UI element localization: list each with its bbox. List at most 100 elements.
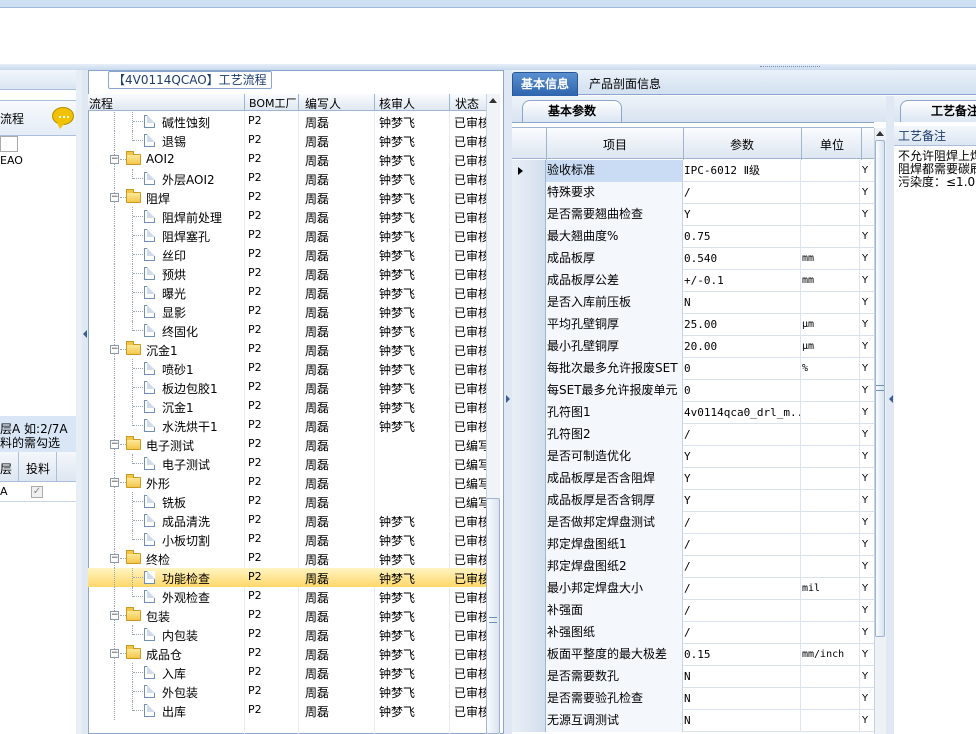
header-item[interactable]: 项目 [603,136,627,153]
collapse-node-icon[interactable]: − [110,649,119,658]
param-value[interactable]: / [684,182,801,204]
param-row[interactable]: 成品板厚公差 +/-0.1 mm Y [512,270,874,292]
process-row[interactable]: 碱性蚀刻 P2 周磊 钟梦飞 已审核 [88,112,486,131]
param-row[interactable]: 验收标准 IPC-6012 Ⅱ级 Y [512,160,874,182]
param-unit[interactable] [802,710,860,732]
param-row[interactable]: 成品板厚是否含铜厚 Y Y [512,490,874,512]
process-row[interactable]: 内包装 P2 周磊 钟梦飞 已审核 [88,625,486,644]
param-unit[interactable] [802,182,860,204]
param-unit[interactable]: % [802,358,860,380]
param-row[interactable]: 补强图纸 / Y [512,622,874,644]
param-value[interactable]: 0.15 [684,644,801,666]
collapse-node-icon[interactable]: − [110,345,119,354]
param-value[interactable]: / [684,534,801,556]
process-grid-scroll-thumb[interactable] [486,498,500,734]
header-unit[interactable]: 单位 [820,136,844,153]
tab-profile-info[interactable]: 产品剖面信息 [580,74,670,95]
param-unit[interactable] [802,556,860,578]
process-row[interactable]: − 终检 P2 周磊 钟梦飞 已审核 [88,549,486,568]
row-indicator[interactable] [512,402,546,424]
collapse-node-icon[interactable]: − [110,193,119,202]
tab-process-notes[interactable]: 工艺备注 [900,100,976,122]
param-row[interactable]: 最大翘曲度% 0.75 Y [512,226,874,248]
row-indicator[interactable] [512,380,546,402]
param-row[interactable]: 是否需要验孔检查 N Y [512,688,874,710]
process-row[interactable]: 阻焊前处理 P2 周磊 钟梦飞 已审核 [88,207,486,226]
param-unit[interactable]: mm/inch [802,644,860,666]
param-row[interactable]: 成品板厚是否含阻焊 Y Y [512,468,874,490]
notes-text[interactable]: 不允许阻焊上焊 阻焊都需要碳刷 污染度：≤1.0 [898,150,976,189]
param-value[interactable]: N [684,292,801,314]
process-row[interactable]: 退锡 P2 周磊 钟梦飞 已审核 [88,131,486,150]
param-value[interactable]: 20.00 [684,336,801,358]
collapse-node-icon[interactable]: − [110,155,119,164]
row-indicator[interactable] [512,248,546,270]
param-unit[interactable] [802,226,860,248]
collapse-node-icon[interactable]: − [110,611,119,620]
param-unit[interactable] [802,402,860,424]
process-row[interactable]: − 外形 P2 周磊 已编写 [88,473,486,492]
row-indicator[interactable] [512,226,546,248]
param-unit[interactable] [802,468,860,490]
right-splitter[interactable] [886,96,894,734]
param-row[interactable]: 孔符图1 4v0114qca0_drl_m... Y [512,402,874,424]
param-row[interactable]: 孔符图2/ Y [512,424,874,446]
param-row[interactable]: 是否需要数孔 N Y [512,666,874,688]
collapse-left-icon[interactable] [83,330,87,338]
param-row[interactable]: 最小邦定焊盘大小 / mil Y [512,578,874,600]
param-value[interactable]: N [684,666,801,688]
param-value[interactable]: Y [684,490,801,512]
process-row[interactable]: 外观检查 P2 周磊 钟梦飞 已审核 [88,587,486,606]
process-row[interactable]: 电子测试 P2 周磊 已编写 [88,454,486,473]
process-row[interactable]: − 阻焊 P2 周磊 钟梦飞 已审核 [88,188,486,207]
param-row[interactable]: 板面平整度的最大极差 0.15 mm/inch Y [512,644,874,666]
row-indicator[interactable] [512,468,546,490]
param-row[interactable]: 邦定焊盘图纸2/ Y [512,556,874,578]
param-value[interactable]: / [684,512,801,534]
param-value[interactable]: 0.540 [684,248,801,270]
process-row[interactable]: 终固化 P2 周磊 钟梦飞 已审核 [88,321,486,340]
flow-list-code[interactable]: EAO [0,154,23,167]
row-indicator[interactable] [512,292,546,314]
param-value[interactable]: / [684,600,801,622]
param-row[interactable]: 无源互调测试 N Y [512,710,874,732]
row-indicator[interactable] [512,182,546,204]
param-value[interactable]: Y [684,204,801,226]
process-row[interactable]: 丝印 P2 周磊 钟梦飞 已审核 [88,245,486,264]
process-row[interactable]: 外层AOI2 P2 周磊 钟梦飞 已审核 [88,169,486,188]
process-row[interactable]: 沉金1 P2 周磊 钟梦飞 已审核 [88,397,486,416]
param-value[interactable]: 0 [684,380,801,402]
row-indicator[interactable] [512,512,546,534]
row-indicator[interactable] [512,666,546,688]
process-row[interactable]: 铣板 P2 周磊 已编写 [88,492,486,511]
param-unit[interactable] [802,424,860,446]
row-indicator[interactable] [512,204,546,226]
row-indicator[interactable] [512,578,546,600]
param-row[interactable]: 补强面 / Y [512,600,874,622]
param-row[interactable]: 每批次最多允许报废SET 0% Y [512,358,874,380]
param-row[interactable]: 邦定焊盘图纸1/ Y [512,534,874,556]
param-value[interactable]: / [684,622,801,644]
scroll-up-icon[interactable] [876,131,884,136]
param-row[interactable]: 特殊要求 / Y [512,182,874,204]
param-value[interactable]: +/-0.1 [684,270,801,292]
header-param[interactable]: 参数 [730,136,754,153]
process-row[interactable]: − 沉金1 P2 周磊 钟梦飞 已审核 [88,340,486,359]
param-value[interactable]: 0 [684,358,801,380]
row-indicator[interactable] [512,490,546,512]
process-row[interactable]: 曝光 P2 周磊 钟梦飞 已审核 [88,283,486,302]
header-reviewer[interactable]: 核审人 [379,95,415,112]
process-row[interactable]: 显影 P2 周磊 钟梦飞 已审核 [88,302,486,321]
param-unit[interactable] [802,204,860,226]
collapse-node-icon[interactable]: − [110,440,119,449]
param-row[interactable]: 是否做邦定焊盘测试 / Y [512,512,874,534]
header-status[interactable]: 状态 [455,95,479,112]
header-flow[interactable]: 流程 [89,95,113,112]
param-value[interactable]: / [684,424,801,446]
flow-list-item-box[interactable] [0,136,18,152]
param-row[interactable]: 每SET最多允许报废单元 0 Y [512,380,874,402]
param-value[interactable]: IPC-6012 Ⅱ级 [684,160,801,182]
process-row[interactable]: 小板切割 P2 周磊 钟梦飞 已审核 [88,530,486,549]
row-indicator[interactable] [512,314,546,336]
param-row[interactable]: 是否需要翘曲检查 Y Y [512,204,874,226]
